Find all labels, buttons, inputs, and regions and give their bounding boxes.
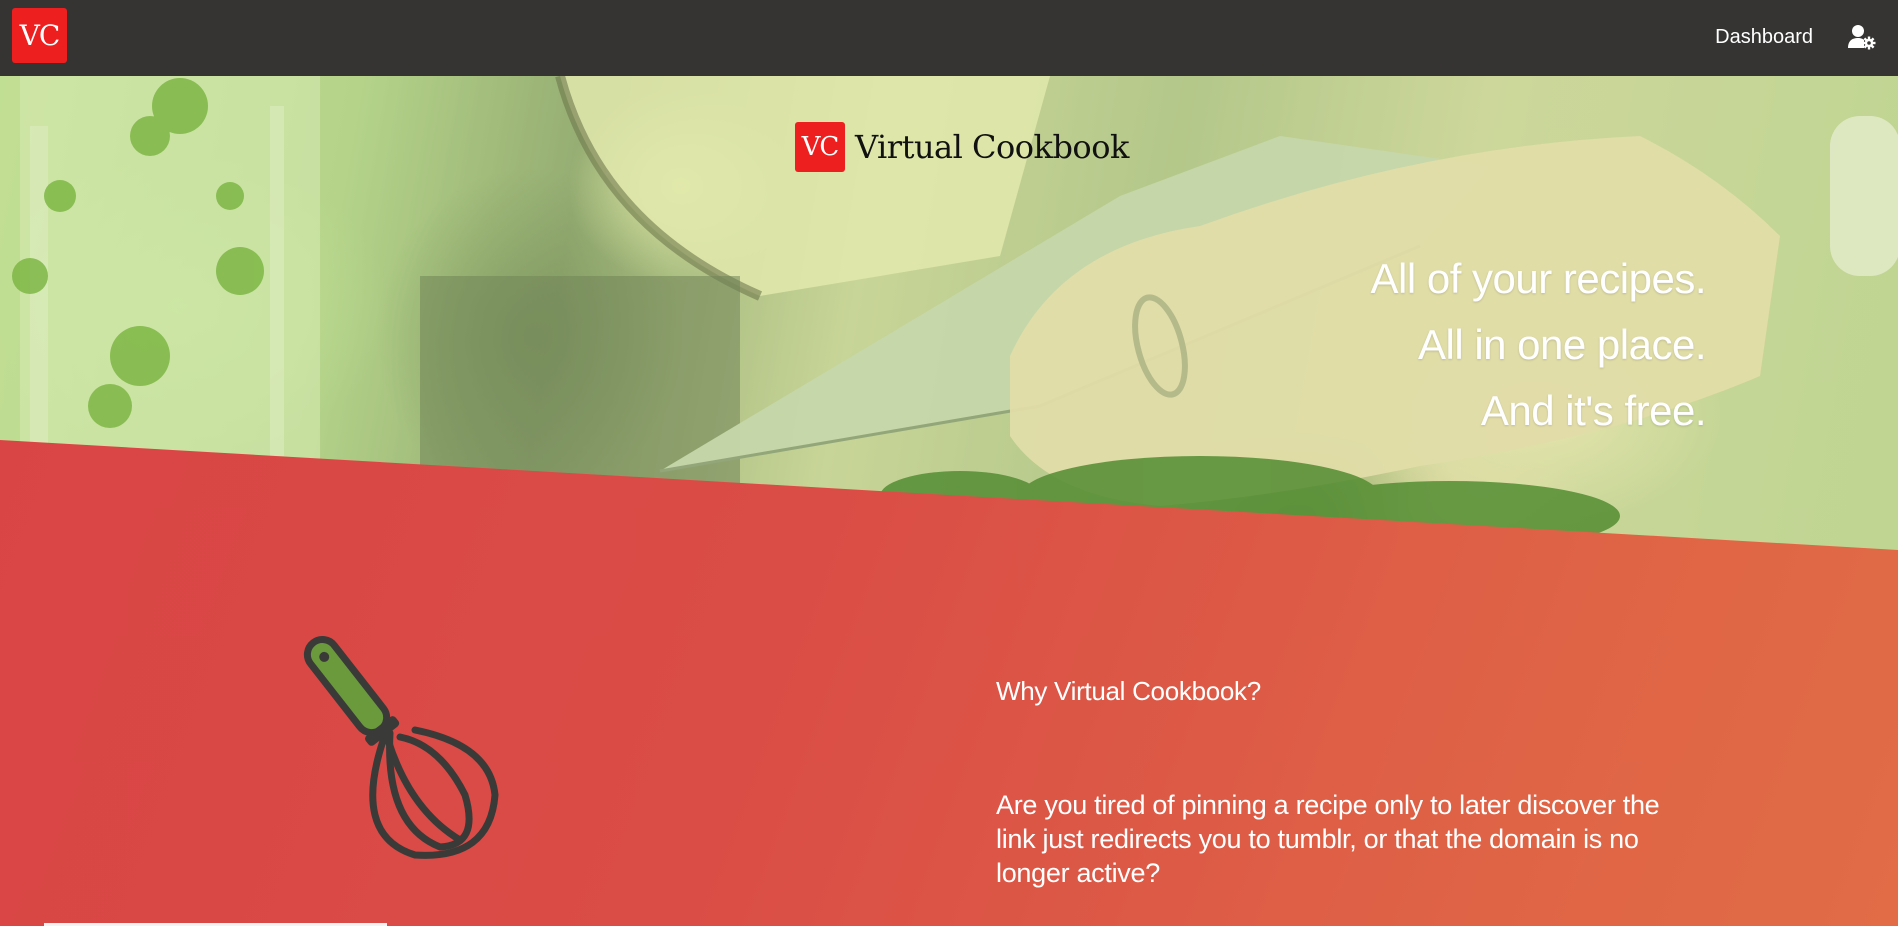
features-body: Are you tired of pinning a recipe only t…: [996, 790, 1660, 888]
hero-brand-logo: VC: [795, 122, 845, 172]
features-title: Why Virtual Cookbook?: [996, 676, 1261, 706]
page: VC Dashboard VC Virtual Cookbook All of …: [0, 0, 1898, 926]
whisk-icon: [303, 636, 499, 859]
top-navbar: VC Dashboard: [0, 0, 1898, 76]
user-gear-icon[interactable]: [1848, 24, 1876, 50]
hero-tagline: All of your recipes.: [1370, 255, 1707, 302]
dashboard-link[interactable]: Dashboard: [1715, 0, 1813, 76]
hero-tagline: All in one place.: [1417, 321, 1707, 368]
hero-tagline: And it's free.: [1480, 387, 1707, 434]
nav-logo[interactable]: VC: [12, 8, 67, 63]
hero-brand: VC Virtual Cookbook: [795, 122, 1129, 172]
hero-taglines: All of your recipes. All in one place. A…: [1370, 246, 1707, 444]
hero-brand-name: Virtual Cookbook: [855, 128, 1129, 166]
